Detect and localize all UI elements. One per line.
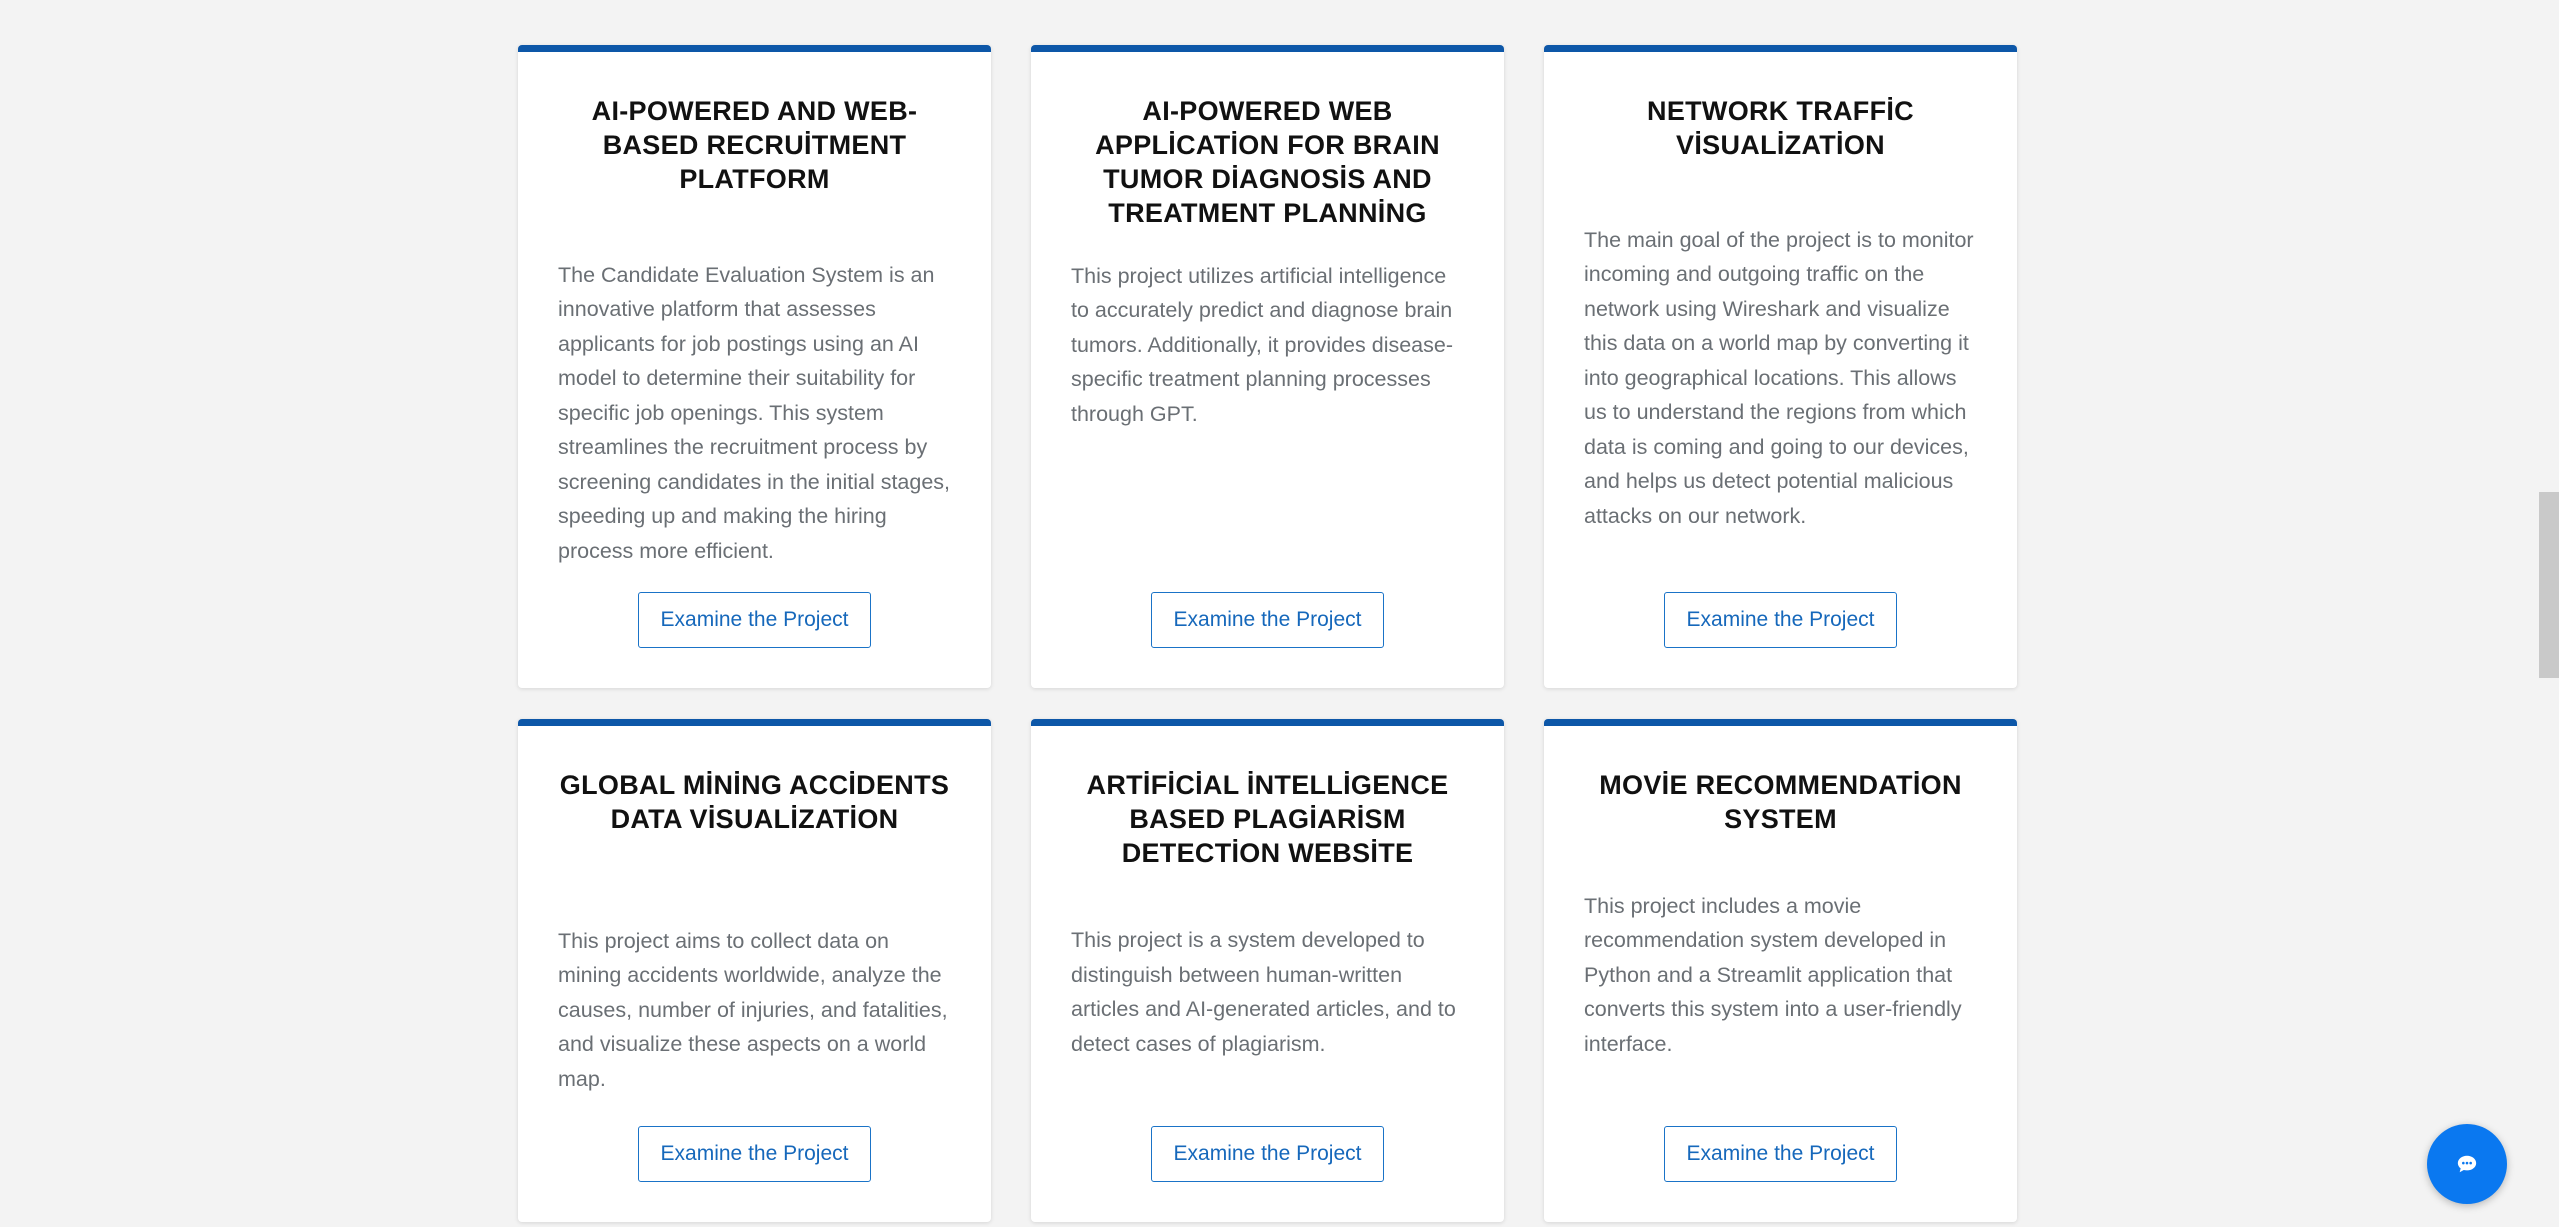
examine-project-button[interactable]: Examine the Project — [1150, 592, 1385, 648]
project-card: MOVİE RECOMMENDATİON SYSTEM This project… — [1544, 719, 2017, 1222]
button-container: Examine the Project — [558, 592, 951, 648]
page-scrollbar[interactable] — [2539, 0, 2559, 1227]
project-description: This project includes a movie recommenda… — [1584, 893, 1962, 1056]
project-title: ARTİFİCİAL İNTELLİGENCE BASED PLAGİARİSM… — [1086, 770, 1449, 868]
project-description: This project aims to collect data on min… — [558, 928, 948, 1091]
examine-project-button[interactable]: Examine the Project — [637, 592, 872, 648]
project-title: NETWORK TRAFFİC VİSUALİZATİON — [1647, 96, 1914, 160]
project-card: AI-POWERED AND WEB-BASED RECRUİTMENT PLA… — [518, 45, 991, 688]
button-container: Examine the Project — [558, 1126, 951, 1182]
project-description: The Candidate Evaluation System is an in… — [558, 262, 951, 563]
projects-page: AI-POWERED AND WEB-BASED RECRUİTMENT PLA… — [0, 0, 2559, 1227]
scrollbar-thumb[interactable] — [2539, 492, 2559, 678]
project-card: NETWORK TRAFFİC VİSUALİZATİON The main g… — [1544, 45, 2017, 688]
project-card: AI-POWERED WEB APPLİCATİON FOR BRAIN TUM… — [1031, 45, 1504, 688]
examine-project-button[interactable]: Examine the Project — [1663, 592, 1898, 648]
project-description: This project is a system developed to di… — [1071, 928, 1456, 1056]
examine-project-button[interactable]: Examine the Project — [1663, 1126, 1898, 1182]
examine-project-button[interactable]: Examine the Project — [1150, 1126, 1385, 1182]
project-title: AI-POWERED AND WEB-BASED RECRUİTMENT PLA… — [591, 96, 918, 194]
button-container: Examine the Project — [1584, 1126, 1977, 1182]
project-title: AI-POWERED WEB APPLİCATİON FOR BRAIN TUM… — [1095, 96, 1440, 228]
project-description: The main goal of the project is to monit… — [1584, 227, 1974, 528]
project-card: GLOBAL MİNİNG ACCİDENTS DATA VİSUALİZATİ… — [518, 719, 991, 1222]
project-title: MOVİE RECOMMENDATİON SYSTEM — [1599, 770, 1962, 834]
chat-bubble-icon — [2457, 1155, 2477, 1173]
button-container: Examine the Project — [1584, 592, 1977, 648]
project-title: GLOBAL MİNİNG ACCİDENTS DATA VİSUALİZATİ… — [559, 770, 950, 834]
button-container: Examine the Project — [1071, 1126, 1464, 1182]
button-container: Examine the Project — [1071, 592, 1464, 648]
projects-grid: AI-POWERED AND WEB-BASED RECRUİTMENT PLA… — [518, 45, 2018, 1222]
chat-button[interactable] — [2427, 1124, 2507, 1204]
project-card: ARTİFİCİAL İNTELLİGENCE BASED PLAGİARİSM… — [1031, 719, 1504, 1222]
examine-project-button[interactable]: Examine the Project — [637, 1126, 872, 1182]
project-description: This project utilizes artificial intelli… — [1071, 263, 1454, 426]
